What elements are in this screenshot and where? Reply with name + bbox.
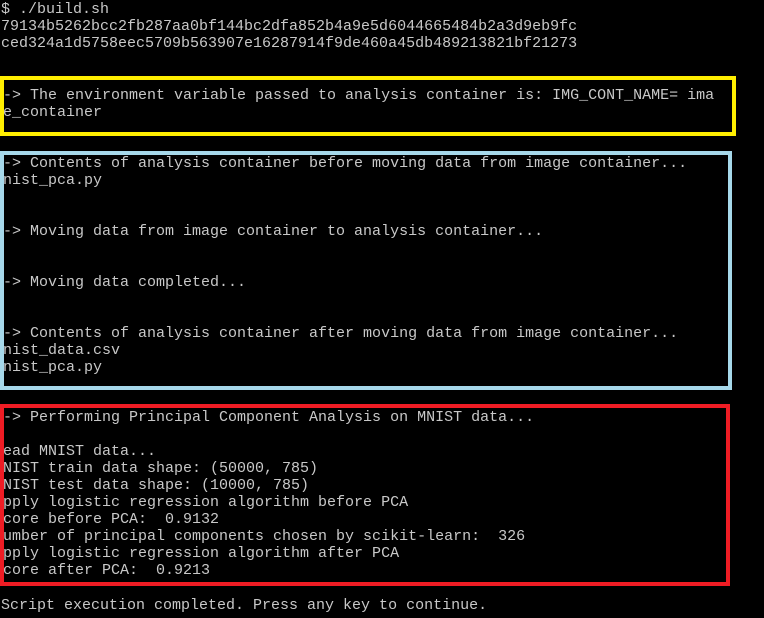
command-line: $ ./build.sh [1, 1, 110, 18]
pca-line: Number of principal components chosen by… [0, 528, 526, 545]
pca-line: MNIST train data shape: (50000, 785) [0, 460, 319, 477]
output-hash-2: ced324a1d5758eec5709b563907e16287914f9de… [1, 35, 578, 52]
move-line: mnist_data.csv [0, 342, 121, 359]
move-line: --> Contents of analysis container after… [0, 325, 679, 342]
pca-line: Read MNIST data... [0, 443, 157, 460]
env-line: ge_container [0, 104, 103, 121]
pca-line: Score after PCA: 0.9213 [0, 562, 211, 579]
pca-line: Apply logistic regression algorithm afte… [0, 545, 400, 562]
env-highlight-box [0, 76, 736, 136]
output-hash-1: 79134b5262bcc2fb287aa0bf144bc2dfa852b4a9… [1, 18, 578, 35]
move-line: mnist_pca.py [0, 359, 103, 376]
completion-message: Script execution completed. Press any ke… [1, 597, 488, 614]
pca-line: --> Performing Principal Component Analy… [0, 409, 535, 426]
pca-line: Apply logistic regression algorithm befo… [0, 494, 409, 511]
move-line: --> Moving data from image container to … [0, 223, 544, 240]
env-line: --> The environment variable passed to a… [0, 87, 715, 104]
move-line: --> Moving data completed... [0, 274, 247, 291]
pca-line: Score before PCA: 0.9132 [0, 511, 220, 528]
move-line: --> Contents of analysis container befor… [0, 155, 688, 172]
pca-line: MNIST test data shape: (10000, 785) [0, 477, 310, 494]
move-line: mnist_pca.py [0, 172, 103, 189]
